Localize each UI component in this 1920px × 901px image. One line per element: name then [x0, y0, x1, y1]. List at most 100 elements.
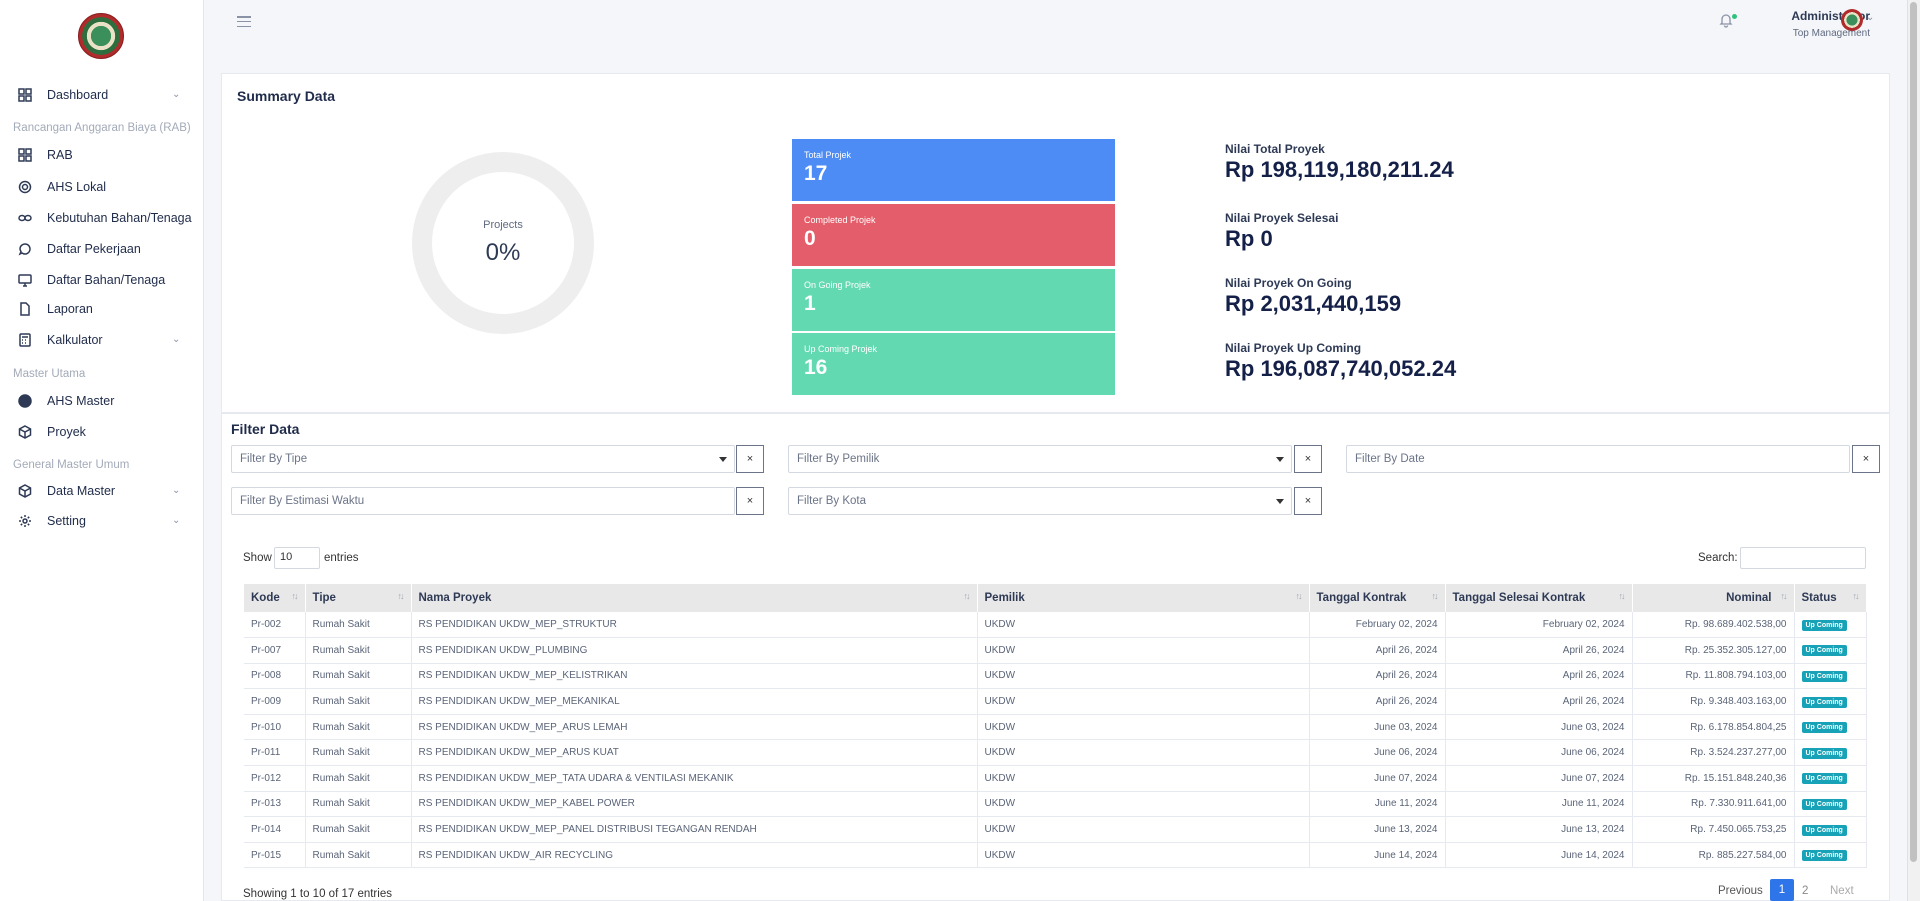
sidebar-item-ahs-master[interactable]: AHS Master — [0, 389, 204, 413]
sidebar-item-rab[interactable]: RAB — [0, 143, 204, 167]
table-cell: UKDW — [977, 663, 1310, 690]
column-header-tanggal-selesai[interactable]: Tanggal Selesai Kontrak ↑↓ — [1445, 584, 1633, 612]
settings-gear-icon — [18, 180, 32, 194]
filter-pemilik-select[interactable]: Filter By Pemilik — [788, 445, 1292, 473]
clear-date-button[interactable]: × — [1852, 445, 1880, 473]
table-row[interactable]: Pr-007 Rumah Sakit RS PENDIDIKAN UKDW_PLUM… — [244, 637, 1867, 664]
table-cell: June 03, 2024 — [1445, 714, 1633, 741]
status-cell: Up Coming — [1794, 791, 1867, 818]
sidebar-item-data-master[interactable]: Data Master ⌄ — [0, 479, 204, 503]
status-badge: Up Coming — [1801, 747, 1847, 759]
filter-kota-select[interactable]: Filter By Kota — [788, 487, 1292, 515]
table-cell: Pr-015 — [244, 842, 306, 869]
sidebar-item-daftar-pekerjaan[interactable]: Daftar Pekerjaan — [0, 237, 204, 261]
nilai-proyek-selesai: Nilai Proyek Selesai Rp 0 — [1225, 211, 1338, 252]
column-label: Tipe — [312, 592, 336, 604]
nilai-value: Rp 196,087,740,052.24 — [1225, 356, 1457, 381]
sidebar-item-label: AHS Master — [47, 394, 115, 408]
nilai-value: Rp 198,119,180,211.24 — [1225, 157, 1454, 182]
pagination-next[interactable]: Next — [1830, 885, 1854, 897]
sidebar-item-ahs-lokal[interactable]: AHS Lokal — [0, 175, 204, 199]
column-header-pemilik[interactable]: Pemilik ↑↓ — [977, 584, 1310, 612]
pagination-page-1[interactable]: 1 — [1770, 879, 1794, 901]
status-badge: Up Coming — [1801, 798, 1847, 810]
table-row[interactable]: Pr-015 Rumah Sakit RS PENDIDIKAN UKDW_AIR … — [244, 842, 1867, 869]
sort-icon: ↑↓ — [1295, 591, 1303, 601]
table-row[interactable]: Pr-011 Rumah Sakit RS PENDIDIKAN UKDW_MEP_… — [244, 739, 1867, 767]
table-cell: Rumah Sakit — [305, 637, 412, 664]
sidebar-item-daftar-bahan[interactable]: Daftar Bahan/Tenaga — [0, 268, 204, 292]
stat-total-projek[interactable]: Total Projek 17 — [792, 139, 1115, 201]
sidebar-item-setting[interactable]: Setting ⌄ — [0, 509, 204, 533]
table-row[interactable]: Pr-014 Rumah Sakit RS PENDIDIKAN UKDW_MEP_… — [244, 816, 1867, 843]
pagination-previous[interactable]: Previous — [1718, 885, 1763, 897]
column-header-status[interactable]: Status ↑↓ — [1794, 584, 1867, 612]
table-cell: April 26, 2024 — [1309, 663, 1446, 690]
table-cell: June 13, 2024 — [1309, 816, 1446, 843]
stat-upcoming-projek[interactable]: Up Coming Projek 16 — [792, 333, 1115, 395]
scrollbar-thumb[interactable] — [1910, 2, 1917, 862]
sidebar-item-label: Daftar Bahan/Tenaga — [47, 273, 166, 287]
column-label: Nominal — [1726, 592, 1772, 604]
status-badge: Up Coming — [1801, 773, 1847, 785]
filter-estimasi-placeholder: Filter By Estimasi Waktu — [240, 495, 365, 507]
chevron-down-icon[interactable]: ⌄ — [1866, 12, 1874, 23]
entries-select[interactable]: 10 — [274, 547, 320, 569]
sidebar-item-proyek[interactable]: Proyek — [0, 420, 204, 444]
logo[interactable] — [78, 13, 124, 59]
table-cell: RS PENDIDIKAN UKDW_MEP_TATA UDARA & VENT… — [411, 765, 978, 792]
nilai-proyek-upcoming: Nilai Proyek Up Coming Rp 196,087,740,05… — [1225, 341, 1456, 382]
stat-label: Completed Projek — [804, 215, 876, 225]
column-header-nama-proyek[interactable]: Nama Proyek ↑↓ — [411, 584, 978, 612]
table-cell: Rumah Sakit — [305, 739, 412, 767]
filter-estimasi-input[interactable]: Filter By Estimasi Waktu — [231, 487, 735, 515]
filter-date-input[interactable]: Filter By Date — [1346, 445, 1850, 473]
table-row[interactable]: Pr-010 Rumah Sakit RS PENDIDIKAN UKDW_MEP_… — [244, 714, 1867, 741]
table-row[interactable]: Pr-008 Rumah Sakit RS PENDIDIKAN UKDW_MEP_… — [244, 663, 1867, 690]
column-header-kode[interactable]: Kode ↑↓ — [244, 584, 306, 612]
filter-tipe-select[interactable]: Filter By Tipe — [231, 445, 735, 473]
table-row[interactable]: Pr-013 Rumah Sakit RS PENDIDIKAN UKDW_MEP_… — [244, 791, 1867, 818]
menu-toggle-icon[interactable] — [237, 16, 251, 27]
table-cell: Rp. 98.689.402.538,00 — [1632, 612, 1795, 639]
pagination-page-2[interactable]: 2 — [1802, 885, 1808, 897]
sidebar-item-kebutuhan[interactable]: Kebutuhan Bahan/Tenaga — [0, 206, 204, 230]
clear-tipe-button[interactable]: × — [736, 445, 764, 473]
table-cell: April 26, 2024 — [1445, 663, 1633, 690]
table-cell: Pr-008 — [244, 663, 306, 690]
table-cell: April 26, 2024 — [1309, 637, 1446, 664]
stat-ongoing-projek[interactable]: On Going Projek 1 — [792, 269, 1115, 331]
sort-icon: ↑↓ — [1431, 591, 1439, 601]
nilai-total-proyek: Nilai Total Proyek Rp 198,119,180,211.24 — [1225, 142, 1454, 183]
caret-down-icon — [719, 457, 727, 462]
column-header-nominal[interactable]: Nominal ↑↓ — [1632, 584, 1795, 612]
column-label: Tanggal Kontrak — [1316, 592, 1407, 604]
stat-completed-projek[interactable]: Completed Projek 0 — [792, 204, 1115, 266]
table-row[interactable]: Pr-002 Rumah Sakit RS PENDIDIKAN UKDW_MEP_… — [244, 612, 1867, 639]
table-row[interactable]: Pr-012 Rumah Sakit RS PENDIDIKAN UKDW_MEP_… — [244, 765, 1867, 792]
table-row[interactable]: Pr-009 Rumah Sakit RS PENDIDIKAN UKDW_MEP_… — [244, 688, 1867, 715]
table-cell: June 07, 2024 — [1445, 765, 1633, 792]
summary-card: Summary Data Projects 0% Total Projek 17… — [221, 73, 1890, 413]
table-cell: Pr-011 — [244, 739, 306, 767]
chevron-down-icon: ⌄ — [172, 515, 181, 526]
sidebar-item-dashboard[interactable]: Dashboard ⌄ — [0, 83, 204, 107]
clear-pemilik-button[interactable]: × — [1294, 445, 1322, 473]
infinity-icon — [18, 211, 32, 225]
column-header-tipe[interactable]: Tipe ↑↓ — [305, 584, 412, 612]
table-cell: Rumah Sakit — [305, 842, 412, 869]
sidebar-item-label: Kebutuhan Bahan/Tenaga — [47, 211, 192, 225]
sidebar-item-kalkulator[interactable]: Kalkulator ⌄ — [0, 328, 204, 352]
table-cell: UKDW — [977, 765, 1310, 792]
column-header-tanggal-kontrak[interactable]: Tanggal Kontrak ↑↓ — [1309, 584, 1446, 612]
sidebar-item-laporan[interactable]: Laporan — [0, 297, 204, 321]
monitor-icon — [18, 273, 32, 287]
nilai-proyek-ongoing: Nilai Proyek On Going Rp 2,031,440,159 — [1225, 276, 1401, 317]
sort-icon: ↑↓ — [963, 591, 971, 601]
clear-kota-button[interactable]: × — [1294, 487, 1322, 515]
avatar[interactable] — [1841, 9, 1863, 31]
chevron-down-icon: ⌄ — [172, 89, 181, 100]
clear-estimasi-button[interactable]: × — [736, 487, 764, 515]
nilai-label: Nilai Proyek Up Coming — [1225, 341, 1362, 355]
search-input[interactable] — [1740, 547, 1866, 569]
